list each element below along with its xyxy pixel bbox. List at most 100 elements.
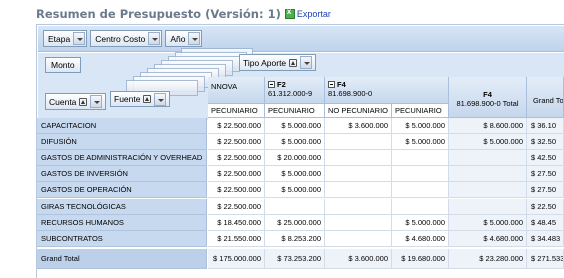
row-field-cuenta-button[interactable]: Cuenta xyxy=(45,93,107,110)
table-cell: $ 22.500.000 xyxy=(208,166,265,183)
row-field-fuente-button[interactable]: Fuente xyxy=(110,91,171,107)
table-cell: $ 22.500.000 xyxy=(208,182,265,199)
table-cell: $ 34.483 xyxy=(527,230,564,247)
table-cell: $ 22.500.000 xyxy=(208,118,265,134)
chevron-down-icon[interactable] xyxy=(154,92,167,106)
table-cell: $ 27.50 xyxy=(527,182,564,199)
table-cell: $ 5.000.000 xyxy=(392,118,449,134)
collapse-icon[interactable] xyxy=(328,81,335,88)
chevron-down-icon[interactable] xyxy=(148,32,161,45)
column-header-f2-code: 61.312.000-9 xyxy=(268,89,313,98)
table-cell: $ 32.50 xyxy=(527,134,564,151)
filter-centro-costo-label: Centro Costo xyxy=(95,33,146,44)
table-cell: $ 4.680.000 xyxy=(392,230,449,247)
chevron-down-icon[interactable] xyxy=(73,32,86,45)
column-header-innova-label: NNOVA xyxy=(211,82,238,91)
column-header-f4[interactable]: F4 81.698.900-0 xyxy=(325,77,449,104)
table-cell: $ 3.600.000 xyxy=(325,249,392,269)
row-label[interactable]: GIRAS TECNOLÓGICAS xyxy=(37,198,207,215)
subheader-f4-no-pecuniario: NO PECUNIARIO xyxy=(325,104,392,118)
table-row: GASTOS DE ADMINISTRACIÓN Y OVERHEAD $ 22.… xyxy=(0,150,564,167)
table-cell: $ 8.600.000 xyxy=(449,118,527,134)
sort-ascending-icon[interactable] xyxy=(143,95,152,103)
column-header-f4-total-label: 81.698.900-0 Total xyxy=(456,99,519,108)
table-cell: $ 8.253.200 xyxy=(265,230,325,247)
table-cell: $ 36.10 xyxy=(527,118,564,134)
table-cell: $ 5.000.000 xyxy=(392,214,449,231)
table-row: GASTOS DE INVERSIÓN $ 22.500.000 $ 5.000.0… xyxy=(0,166,564,183)
column-header-f2-name: F2 xyxy=(277,80,286,89)
table-row: RECURSOS HUMANOS $ 18.450.000 $ 25.000.000… xyxy=(0,214,564,231)
table-cell: $ 21.550.000 xyxy=(208,230,265,247)
subheader-innova-pecuniario: PECUNIARIO xyxy=(208,104,265,118)
row-field-cuenta-label: Cuenta xyxy=(49,96,77,107)
table-cell: $ 25.000.000 xyxy=(265,214,325,231)
column-header-grand-total: Grand To xyxy=(527,77,564,118)
table-cell xyxy=(449,150,527,167)
export-label[interactable]: Exportar xyxy=(297,9,331,19)
table-row: GASTOS DE OPERACIÓN $ 22.500.000 $ 5.000.0… xyxy=(0,182,564,199)
filter-centro-costo-button[interactable]: Centro Costo xyxy=(90,30,163,47)
table-cell: $ 5.000.000 xyxy=(265,166,325,183)
sort-ascending-icon[interactable] xyxy=(289,58,298,67)
chevron-down-icon[interactable] xyxy=(90,95,103,108)
row-label[interactable]: DIFUSIÓN xyxy=(37,134,207,151)
table-cell: $ 22.500.000 xyxy=(208,150,265,167)
table-cell xyxy=(449,182,527,199)
table-cell: $ 5.000.000 xyxy=(265,118,325,134)
column-field-tipo-aporte-button[interactable]: Tipo Aporte xyxy=(239,54,317,71)
export-link[interactable]: Exportar xyxy=(284,7,331,19)
excel-icon[interactable] xyxy=(284,7,295,19)
row-label[interactable]: SUBCONTRATOS xyxy=(37,230,207,247)
title-bar: Resumen de Presupuesto (Versión: 1) Expo… xyxy=(36,6,331,22)
table-cell xyxy=(325,214,392,231)
table-cell xyxy=(325,198,392,215)
table-cell xyxy=(392,166,449,183)
table-cell: $ 4.680.000 xyxy=(449,230,527,247)
table-cell xyxy=(449,166,527,183)
table-row: SUBCONTRATOS $ 21.550.000 $ 8.253.200 $ 4.6… xyxy=(0,230,564,247)
filter-etapa-label: Etapa xyxy=(48,33,71,44)
table-cell xyxy=(325,182,392,199)
table-cell xyxy=(449,198,527,215)
table-cell: $ 18.450.000 xyxy=(208,214,265,231)
data-field-monto-button[interactable]: Monto xyxy=(45,57,81,73)
row-label[interactable]: Grand Total xyxy=(37,249,207,269)
table-cell: $ 5.000.000 xyxy=(265,134,325,151)
table-cell: $ 22.500.000 xyxy=(208,134,265,151)
table-cell xyxy=(325,150,392,167)
table-row: CAPACITACION $ 22.500.000 $ 5.000.000 $ 3.6… xyxy=(0,118,564,134)
data-field-label: Monto xyxy=(51,60,75,70)
row-label[interactable]: RECURSOS HUMANOS xyxy=(37,214,207,231)
chevron-down-icon[interactable] xyxy=(188,32,201,45)
table-cell: $ 42.50 xyxy=(527,150,564,167)
filter-anio-button[interactable]: Año xyxy=(165,30,203,47)
column-header-f2[interactable]: F2 61.312.000-9 xyxy=(265,77,325,104)
column-header-grand-total-label: Grand To xyxy=(533,96,564,105)
row-label[interactable]: GASTOS DE INVERSIÓN xyxy=(37,166,207,183)
column-header-f4-total: F4 81.698.900-0 Total xyxy=(449,77,527,118)
table-cell: $ 5.000.000 xyxy=(265,182,325,199)
page-title: Resumen de Presupuesto (Versión: 1) xyxy=(36,7,281,21)
column-field-label: Tipo Aporte xyxy=(243,57,287,68)
subheader-f2-pecuniario: PECUNIARIO xyxy=(265,104,325,118)
table-cell xyxy=(392,198,449,215)
filter-anio-label: Año xyxy=(170,33,186,44)
table-cell: $ 22.500.000 xyxy=(208,198,265,215)
table-cell xyxy=(325,230,392,247)
table-cell: $ 19.680.000 xyxy=(392,249,449,269)
sort-ascending-icon[interactable] xyxy=(79,97,88,106)
table-cell xyxy=(325,166,392,183)
table-cell: $ 27.50 xyxy=(527,166,564,183)
row-label[interactable]: GASTOS DE OPERACIÓN xyxy=(37,182,207,199)
row-label[interactable]: CAPACITACION xyxy=(37,118,207,134)
table-row: GIRAS TECNOLÓGICAS $ 22.500.000 $ 22.50 xyxy=(0,198,564,215)
chevron-down-icon[interactable] xyxy=(300,56,313,69)
filter-etapa-button[interactable]: Etapa xyxy=(43,30,88,47)
row-label[interactable]: GASTOS DE ADMINISTRACIÓN Y OVERHEAD xyxy=(37,150,207,167)
table-cell xyxy=(265,198,325,215)
collapse-icon[interactable] xyxy=(268,81,275,88)
table-cell: $ 3.600.000 xyxy=(325,118,392,134)
table-cell: $ 20.000.000 xyxy=(265,150,325,167)
grand-total-row: Grand Total $ 175.000.000 $ 73.253.200 $ 3.… xyxy=(0,249,564,269)
